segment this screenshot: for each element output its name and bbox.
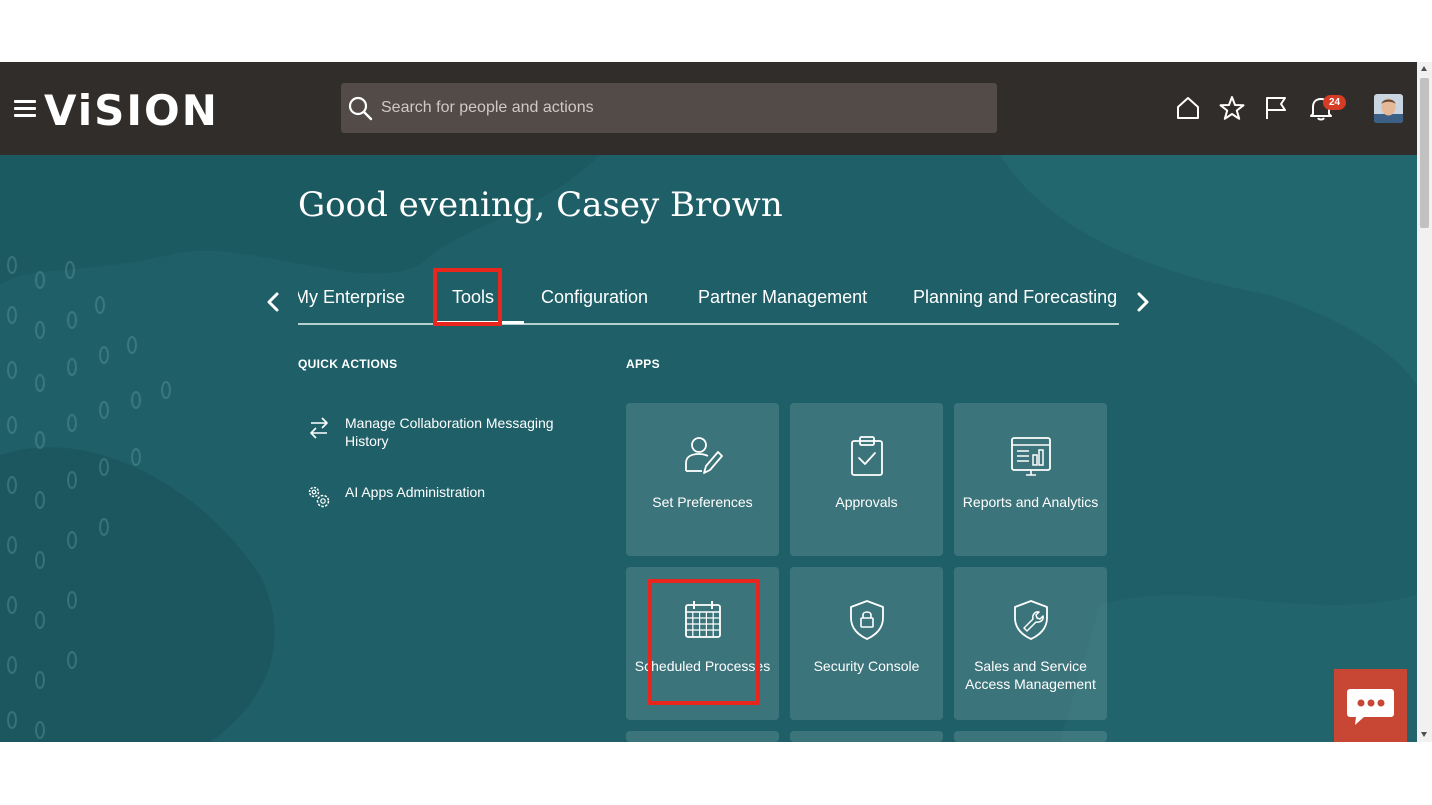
springboard-tabs: My Enterprise Tools Configuration Partne…	[298, 275, 1119, 325]
swap-arrows-icon	[310, 417, 328, 439]
app-tile-label: Sales and Service Access Management	[965, 658, 1096, 692]
scroll-up-arrow-icon[interactable]	[1421, 66, 1427, 71]
app-tile-label: Approvals	[835, 494, 898, 510]
quick-action-label: AI Apps Administration	[345, 484, 486, 500]
tabs-next-arrow-icon[interactable]	[1133, 288, 1153, 316]
chat-button[interactable]	[1334, 669, 1407, 742]
app-tile-label: Security Console	[813, 658, 920, 674]
menu-icon[interactable]	[14, 100, 36, 118]
quick-actions-title: QUICK ACTIONS	[298, 357, 398, 371]
app-window: ViSION 24	[0, 62, 1417, 742]
flag-icon[interactable]	[1263, 95, 1289, 121]
tab-partner-management[interactable]: Partner Management	[698, 285, 867, 309]
app-tile-label: Reports and Analytics	[962, 494, 1099, 510]
app-tile-security-console[interactable]: Security Console	[790, 567, 943, 720]
gears-icon	[308, 486, 330, 508]
star-icon[interactable]	[1219, 95, 1245, 121]
apps-title: APPS	[626, 357, 660, 371]
clipboard-check-icon	[851, 436, 883, 476]
notification-badge: 24	[1323, 95, 1346, 110]
app-tile-partial[interactable]	[626, 731, 779, 742]
chat-bubble-icon	[1347, 689, 1394, 725]
top-bar: ViSION 24	[0, 62, 1417, 155]
tabs-prev-arrow-icon[interactable]	[263, 288, 283, 316]
shield-lock-icon	[850, 600, 884, 640]
app-tile-approvals[interactable]: Approvals	[790, 403, 943, 556]
tab-my-enterprise[interactable]: My Enterprise	[298, 285, 405, 309]
quick-action-label: Manage Collaboration Messaging History	[345, 415, 554, 449]
quick-action-ai-apps-administration[interactable]: AI Apps Administration	[305, 483, 605, 511]
greeting-title: Good evening, Casey Brown	[298, 185, 783, 225]
home-icon[interactable]	[1175, 95, 1201, 121]
app-tile-partial[interactable]	[790, 731, 943, 742]
scroll-down-arrow-icon[interactable]	[1421, 732, 1427, 737]
app-tile-partial[interactable]	[954, 731, 1107, 742]
user-pen-icon	[685, 437, 723, 474]
vision-logo[interactable]: ViSION	[44, 88, 219, 134]
page-scrollbar[interactable]	[1417, 62, 1432, 742]
tab-configuration[interactable]: Configuration	[541, 285, 648, 309]
quick-action-manage-collaboration-messaging-history[interactable]: Manage Collaboration Messaging History	[305, 414, 605, 454]
search-input[interactable]	[381, 83, 981, 133]
app-tile-sales-and-service-access-management[interactable]: Sales and Service Access Management	[954, 567, 1107, 720]
tab-planning-and-forecasting[interactable]: Planning and Forecasting	[913, 285, 1117, 309]
app-tile-label: Set Preferences	[652, 494, 753, 510]
scheduled-processes-highlight	[648, 579, 760, 705]
app-tile-set-preferences[interactable]: Set Preferences	[626, 403, 779, 556]
avatar[interactable]	[1374, 94, 1403, 123]
report-chart-icon	[1011, 437, 1051, 476]
app-tile-reports-and-analytics[interactable]: Reports and Analytics	[954, 403, 1107, 556]
search-box[interactable]	[341, 83, 997, 133]
shield-wrench-icon	[1014, 600, 1048, 640]
springboard-area: Good evening, Casey Brown My Enterprise …	[0, 155, 1417, 742]
scroll-thumb[interactable]	[1420, 78, 1429, 228]
tools-tab-highlight	[433, 268, 502, 326]
search-icon	[348, 96, 373, 121]
